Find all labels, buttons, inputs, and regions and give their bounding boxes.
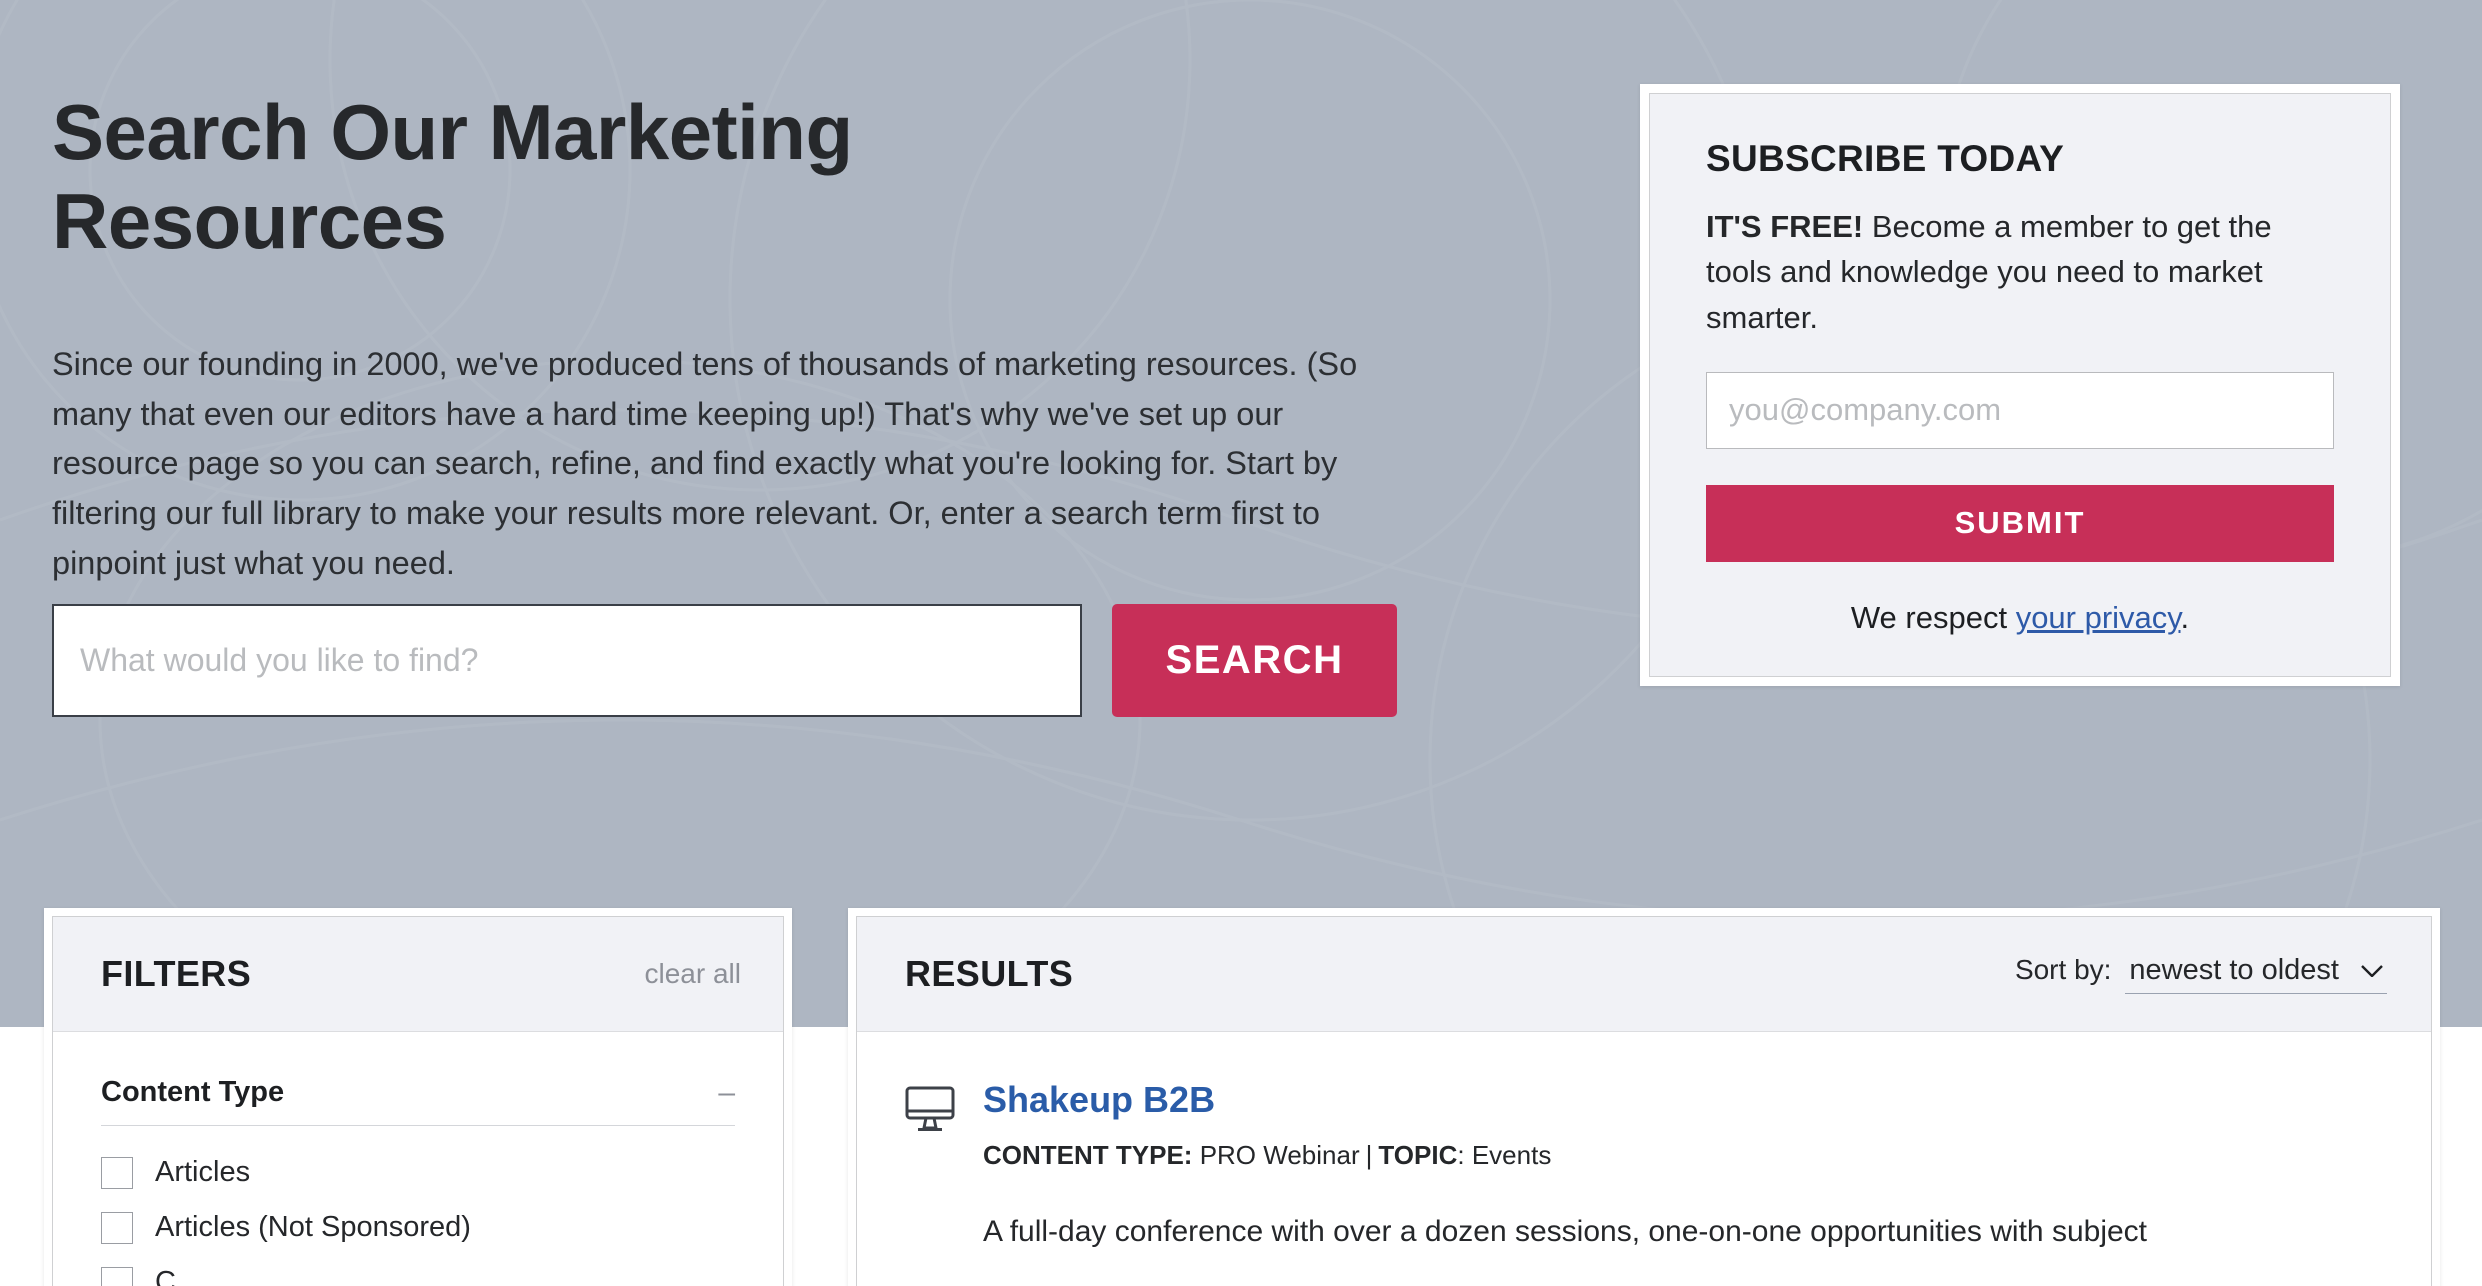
filter-option-label: Articles [155,1156,251,1188]
filter-option-articles[interactable]: Articles [101,1156,735,1189]
monitor-icon [905,1080,955,1254]
privacy-note: We respect your privacy. [1706,600,2334,636]
results-header: RESULTS Sort by: newest to oldest [857,917,2431,1032]
subscribe-blurb: IT'S FREE! Become a member to get the to… [1706,204,2334,340]
filters-panel: FILTERS clear all Content Type – Article… [44,908,792,1286]
submit-button[interactable]: SUBMIT [1706,484,2334,562]
content-type-value: PRO Webinar [1199,1139,1360,1170]
filter-group-header-content-type[interactable]: Content Type – [101,1076,735,1126]
result-content: Shakeup B2B CONTENT TYPE: PRO Webinar | TO… [983,1080,2383,1254]
hero-description: Since our founding in 2000, we've produc… [52,346,1358,581]
filters-header: FILTERS clear all [53,917,783,1032]
checkbox-icon[interactable] [101,1211,133,1244]
topic-label: TOPIC [1378,1139,1458,1170]
filter-group-title: Content Type [101,1076,285,1108]
sort-selected-value: newest to oldest [2129,954,2339,986]
subscribe-card-inner: SUBSCRIBE TODAY IT'S FREE! Become a memb… [1649,93,2391,677]
sort-label: Sort by: [2014,954,2112,985]
clear-all-button[interactable]: clear all [645,958,741,990]
results-title: RESULTS [905,953,1074,994]
filter-option-label: Articles (Not Sponsored) [155,1211,471,1243]
hero-section: Search Our Marketing Resources Since our… [0,0,2482,1027]
filters-body: Content Type – Articles Articles (Not Sp… [53,1032,783,1286]
search-row: SEARCH [52,604,1397,717]
topic-value: Events [1471,1139,1552,1170]
chevron-down-icon [2361,964,2383,977]
result-meta: CONTENT TYPE: PRO Webinar | TOPIC: Events [983,1140,2383,1171]
content-type-label: CONTENT TYPE: [983,1139,1193,1170]
results-list: Shakeup B2B CONTENT TYPE: PRO Webinar | TO… [857,1032,2431,1254]
search-button[interactable]: SEARCH [1112,604,1397,717]
topic-colon: : [1457,1139,1465,1170]
filter-option-articles-not-sponsored[interactable]: Articles (Not Sponsored) [101,1211,735,1244]
results-panel-inner: RESULTS Sort by: newest to oldest Shakeu… [856,916,2432,1286]
checkbox-icon[interactable] [101,1156,133,1189]
privacy-policy-link[interactable]: your privacy [2016,600,2181,635]
privacy-prefix: We respect [1850,599,2016,635]
checkbox-icon[interactable] [101,1266,133,1286]
subscribe-card: SUBSCRIBE TODAY IT'S FREE! Become a memb… [1640,84,2400,686]
result-description: A full-day conference with over a dozen … [983,1214,2148,1248]
page-title: Search Our Marketing Resources [52,88,853,265]
filters-title: FILTERS [101,953,252,994]
subscribe-blurb-bold: IT'S FREE! [1706,209,1864,244]
filter-option-third[interactable]: C [101,1266,735,1286]
filters-panel-inner: FILTERS clear all Content Type – Article… [52,916,784,1286]
list-item: Shakeup B2B CONTENT TYPE: PRO Webinar | TO… [905,1080,2383,1254]
email-field[interactable] [1706,371,2334,449]
sort-control: Sort by: newest to oldest [2015,954,2387,994]
meta-separator: | [1365,1139,1373,1170]
minus-icon[interactable]: – [718,1077,735,1108]
filter-option-list: Articles Articles (Not Sponsored) C [101,1126,735,1286]
result-title-link[interactable]: Shakeup B2B [983,1080,2383,1120]
privacy-suffix: . [2180,599,2190,635]
results-panel: RESULTS Sort by: newest to oldest Shakeu… [848,908,2440,1286]
page-root: Search Our Marketing Resources Since our… [0,0,2482,1286]
search-input[interactable] [52,604,1082,717]
subscribe-title: SUBSCRIBE TODAY [1706,138,2065,179]
sort-dropdown[interactable]: newest to oldest [2125,954,2387,994]
filter-option-label: C [155,1266,176,1286]
